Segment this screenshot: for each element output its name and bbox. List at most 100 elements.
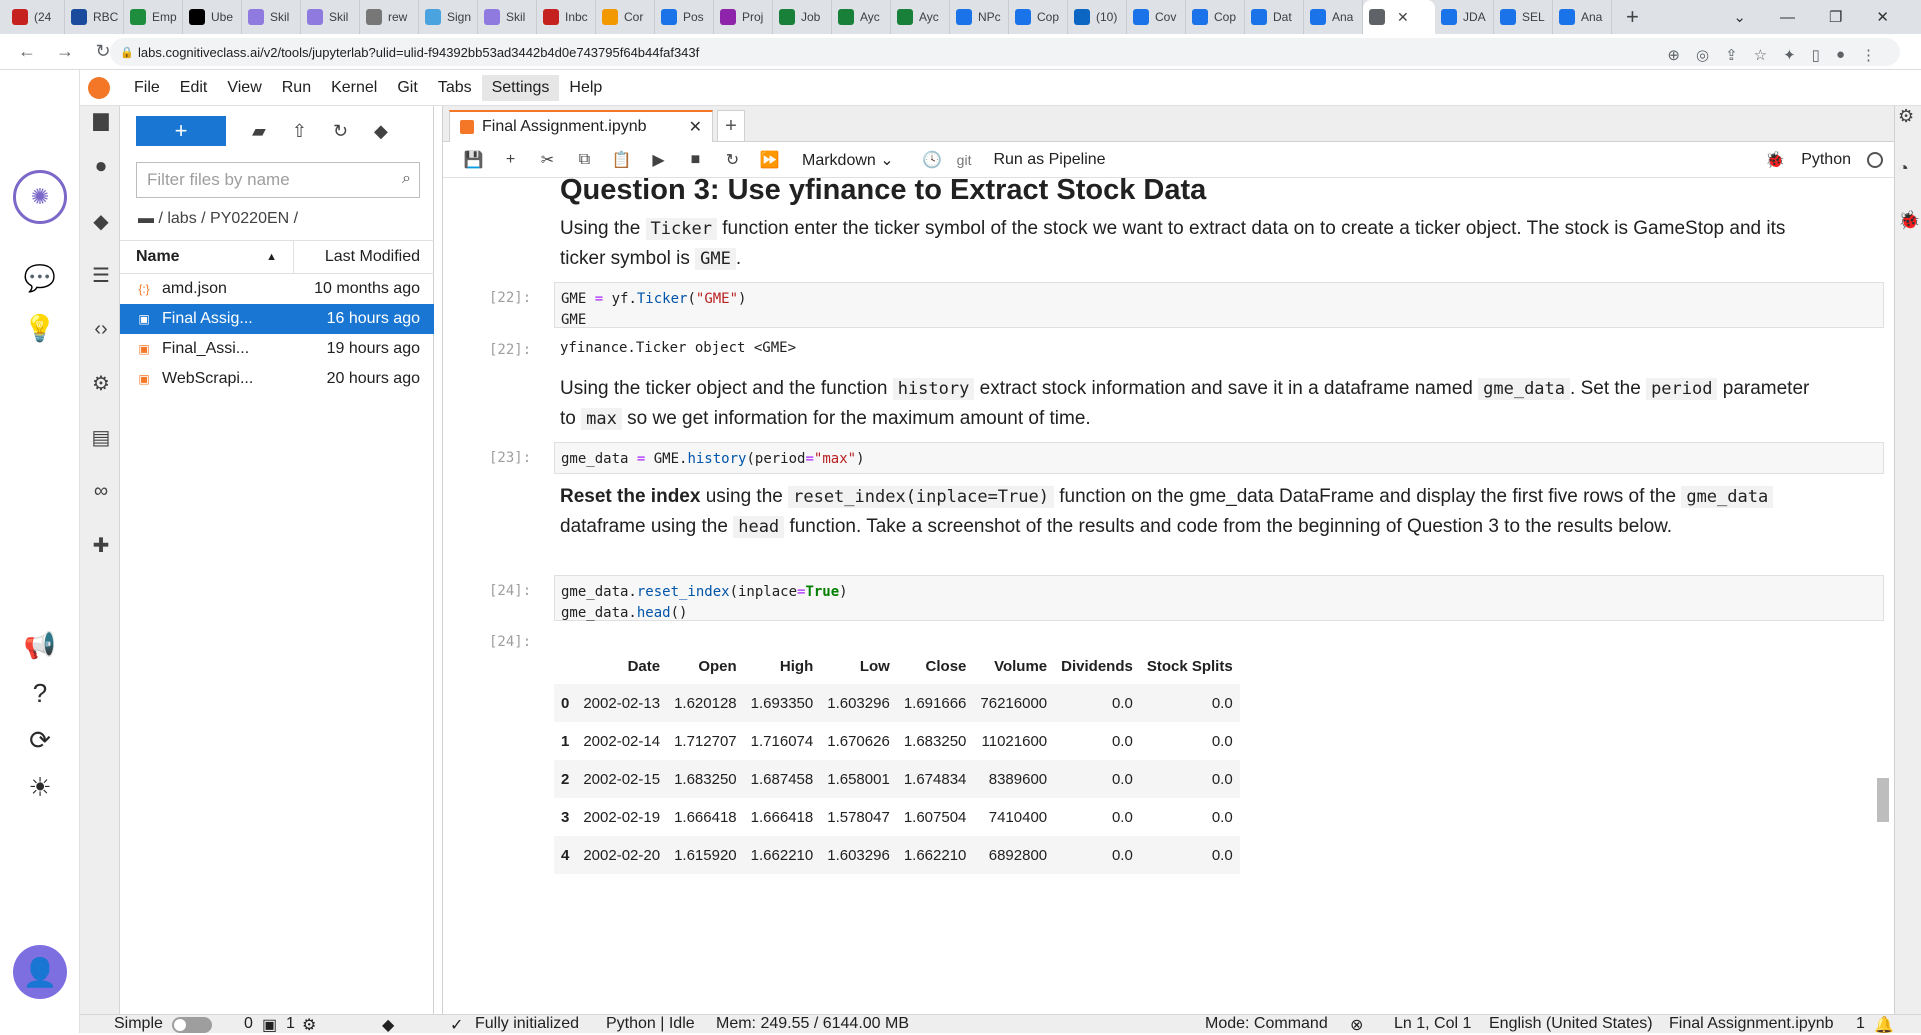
close-tab-icon[interactable]: ✕ [689,117,702,137]
markdown-cell-1[interactable]: Using the Ticker function enter the tick… [560,214,1810,274]
menu-file[interactable]: File [124,75,170,101]
menu-kernel[interactable]: Kernel [321,75,387,101]
git-label[interactable]: git [957,152,972,168]
browser-tab[interactable]: Ana [1304,0,1363,34]
terminal-icon[interactable]: ▣ [262,1015,277,1035]
sync-icon[interactable]: ⟳ [20,720,60,760]
stop-icon[interactable]: ■ [677,151,714,169]
lightbulb-icon[interactable]: 💡 [20,308,60,348]
kernel-name[interactable]: Python [1801,151,1851,169]
browser-tab[interactable]: Skil [301,0,360,34]
browser-tab[interactable]: Skil [478,0,537,34]
browser-tab[interactable]: Sign [419,0,478,34]
folder-icon[interactable]: ▆ [88,106,114,132]
forward-icon[interactable]: → [54,41,76,62]
share-icon[interactable]: ⇪ [1725,46,1738,64]
menu-edit[interactable]: Edit [170,75,218,101]
notebook-scrollbar[interactable] [1877,258,1889,1014]
git-clone-icon[interactable]: ◆ [374,121,388,142]
browser-tab[interactable]: Ube [183,0,242,34]
notification-bell-icon[interactable]: 🔔 [1874,1015,1894,1035]
browser-tab[interactable]: Ana [1553,0,1612,34]
new-launcher-button[interactable]: + [136,116,226,146]
extensions-icon[interactable]: ✦ [1783,46,1796,64]
menu-tabs[interactable]: Tabs [428,75,482,101]
puzzle-icon[interactable]: ✚ [88,532,114,558]
browser-tab[interactable]: Emp [124,0,183,34]
file-row[interactable]: ▣ Final Assig... 16 hours ago [120,304,434,334]
resource-usage-icon[interactable]: ◔ [1898,158,1909,179]
browser-tab[interactable]: Cov [1127,0,1186,34]
run-icon[interactable]: ▶ [640,150,677,170]
new-browser-tab-icon[interactable]: + [1612,4,1653,30]
megaphone-icon[interactable]: 📢 [20,625,60,665]
upload-icon[interactable]: ⇧ [292,121,307,142]
browser-tab[interactable]: Proj [714,0,773,34]
code-cell-24[interactable]: gme_data.reset_index(inplace=True) gme_d… [554,575,1884,621]
menu-help[interactable]: Help [559,75,612,101]
close-window-icon[interactable]: ✕ [1876,8,1889,26]
browser-tab[interactable]: JDA [1435,0,1494,34]
browser-tab[interactable]: Skil [242,0,301,34]
modified-column-header[interactable]: Last Modified [294,248,434,266]
browser-tab[interactable]: Ayc [891,0,950,34]
scrollbar-thumb[interactable] [1877,778,1889,822]
profile-avatar-icon[interactable]: ● [1836,46,1845,64]
save-icon[interactable]: 💾 [455,150,492,170]
cell-type-select[interactable]: Markdown ⌄ [802,150,894,170]
browser-tab[interactable]: (24 [6,0,65,34]
menu-git[interactable]: Git [387,75,427,101]
markdown-cell-2[interactable]: Using the ticker object and the function… [560,374,1810,434]
sidepanel-icon[interactable]: ▯ [1812,46,1820,64]
new-tab-button[interactable]: + [717,110,745,142]
debugger-icon[interactable]: 🐞 [1765,150,1785,170]
breadcrumb[interactable]: ▬ / labs / PY0220EN / [138,210,298,228]
file-row[interactable]: ▣ WebScrapi... 20 hours ago [120,364,434,394]
refresh-icon[interactable]: ↻ [333,121,348,142]
fast-forward-icon[interactable]: ⏩ [751,150,788,170]
browser-tab[interactable]: SEL [1494,0,1553,34]
code-cell-22[interactable]: GME = yf.Ticker("GME") GME [554,282,1884,328]
history-icon[interactable]: 🕓 [914,150,951,170]
file-row[interactable]: {:} amd.json 10 months ago [120,274,434,304]
browser-tab[interactable]: Pos [655,0,714,34]
insert-cell-icon[interactable]: + [492,151,529,169]
menu-settings[interactable]: Settings [481,74,560,101]
tab-search-icon[interactable]: ⌄ [1733,8,1746,26]
run-as-pipeline-button[interactable]: Run as Pipeline [993,151,1105,169]
code-icon[interactable]: ‹› [88,316,114,342]
property-inspector-icon[interactable]: ⚙ [1898,106,1914,127]
notebook-tab[interactable]: Final Assignment.ipynb ✕ [449,110,713,142]
menu-run[interactable]: Run [272,75,321,101]
restart-icon[interactable]: ↻ [714,150,751,170]
brightness-icon[interactable]: ☀ [20,767,60,807]
cursor-position[interactable]: Ln 1, Col 1 [1394,1015,1471,1033]
property-inspector-icon[interactable]: ⚙ [88,370,114,396]
commands-icon[interactable]: ▤ [88,424,114,450]
cut-icon[interactable]: ✂ [529,150,566,170]
lsp-status[interactable]: Fully initialized [475,1015,579,1033]
help-icon[interactable]: ? [20,673,60,713]
url-input[interactable]: 🔒 labs.cognitiveclass.ai/v2/tools/jupyte… [110,38,1900,66]
language-indicator[interactable]: English (United States) [1489,1015,1653,1033]
breadcrumb-path[interactable]: / labs / PY0220EN / [158,210,298,227]
lens-icon[interactable]: ◎ [1696,46,1709,64]
simple-mode-toggle[interactable] [172,1017,212,1033]
spellcheck-icon[interactable]: ⊗ [1350,1015,1363,1035]
chat-icon[interactable]: 💬 [20,258,60,298]
restore-icon[interactable]: ❐ [1829,8,1842,26]
browser-tab[interactable]: RBC [65,0,124,34]
running-icon[interactable]: ⏺ [88,154,114,180]
browser-tab[interactable]: Cop [1186,0,1245,34]
kernel-gear-icon[interactable]: ⚙ [302,1015,316,1035]
toc-icon[interactable]: ☰ [88,262,114,288]
browser-tab[interactable]: rew [360,0,419,34]
git-icon[interactable]: ◆ [88,208,114,234]
new-folder-icon[interactable]: ▰ [252,121,266,142]
kernel-status[interactable]: Python | Idle [606,1015,695,1033]
file-row[interactable]: ▣ Final_Assi... 19 hours ago [120,334,434,364]
code-cell-23[interactable]: gme_data = GME.history(period="max") [554,442,1884,474]
menu-view[interactable]: View [217,75,271,101]
bookmark-star-icon[interactable]: ☆ [1754,46,1767,64]
browser-tab[interactable]: Cop [1009,0,1068,34]
